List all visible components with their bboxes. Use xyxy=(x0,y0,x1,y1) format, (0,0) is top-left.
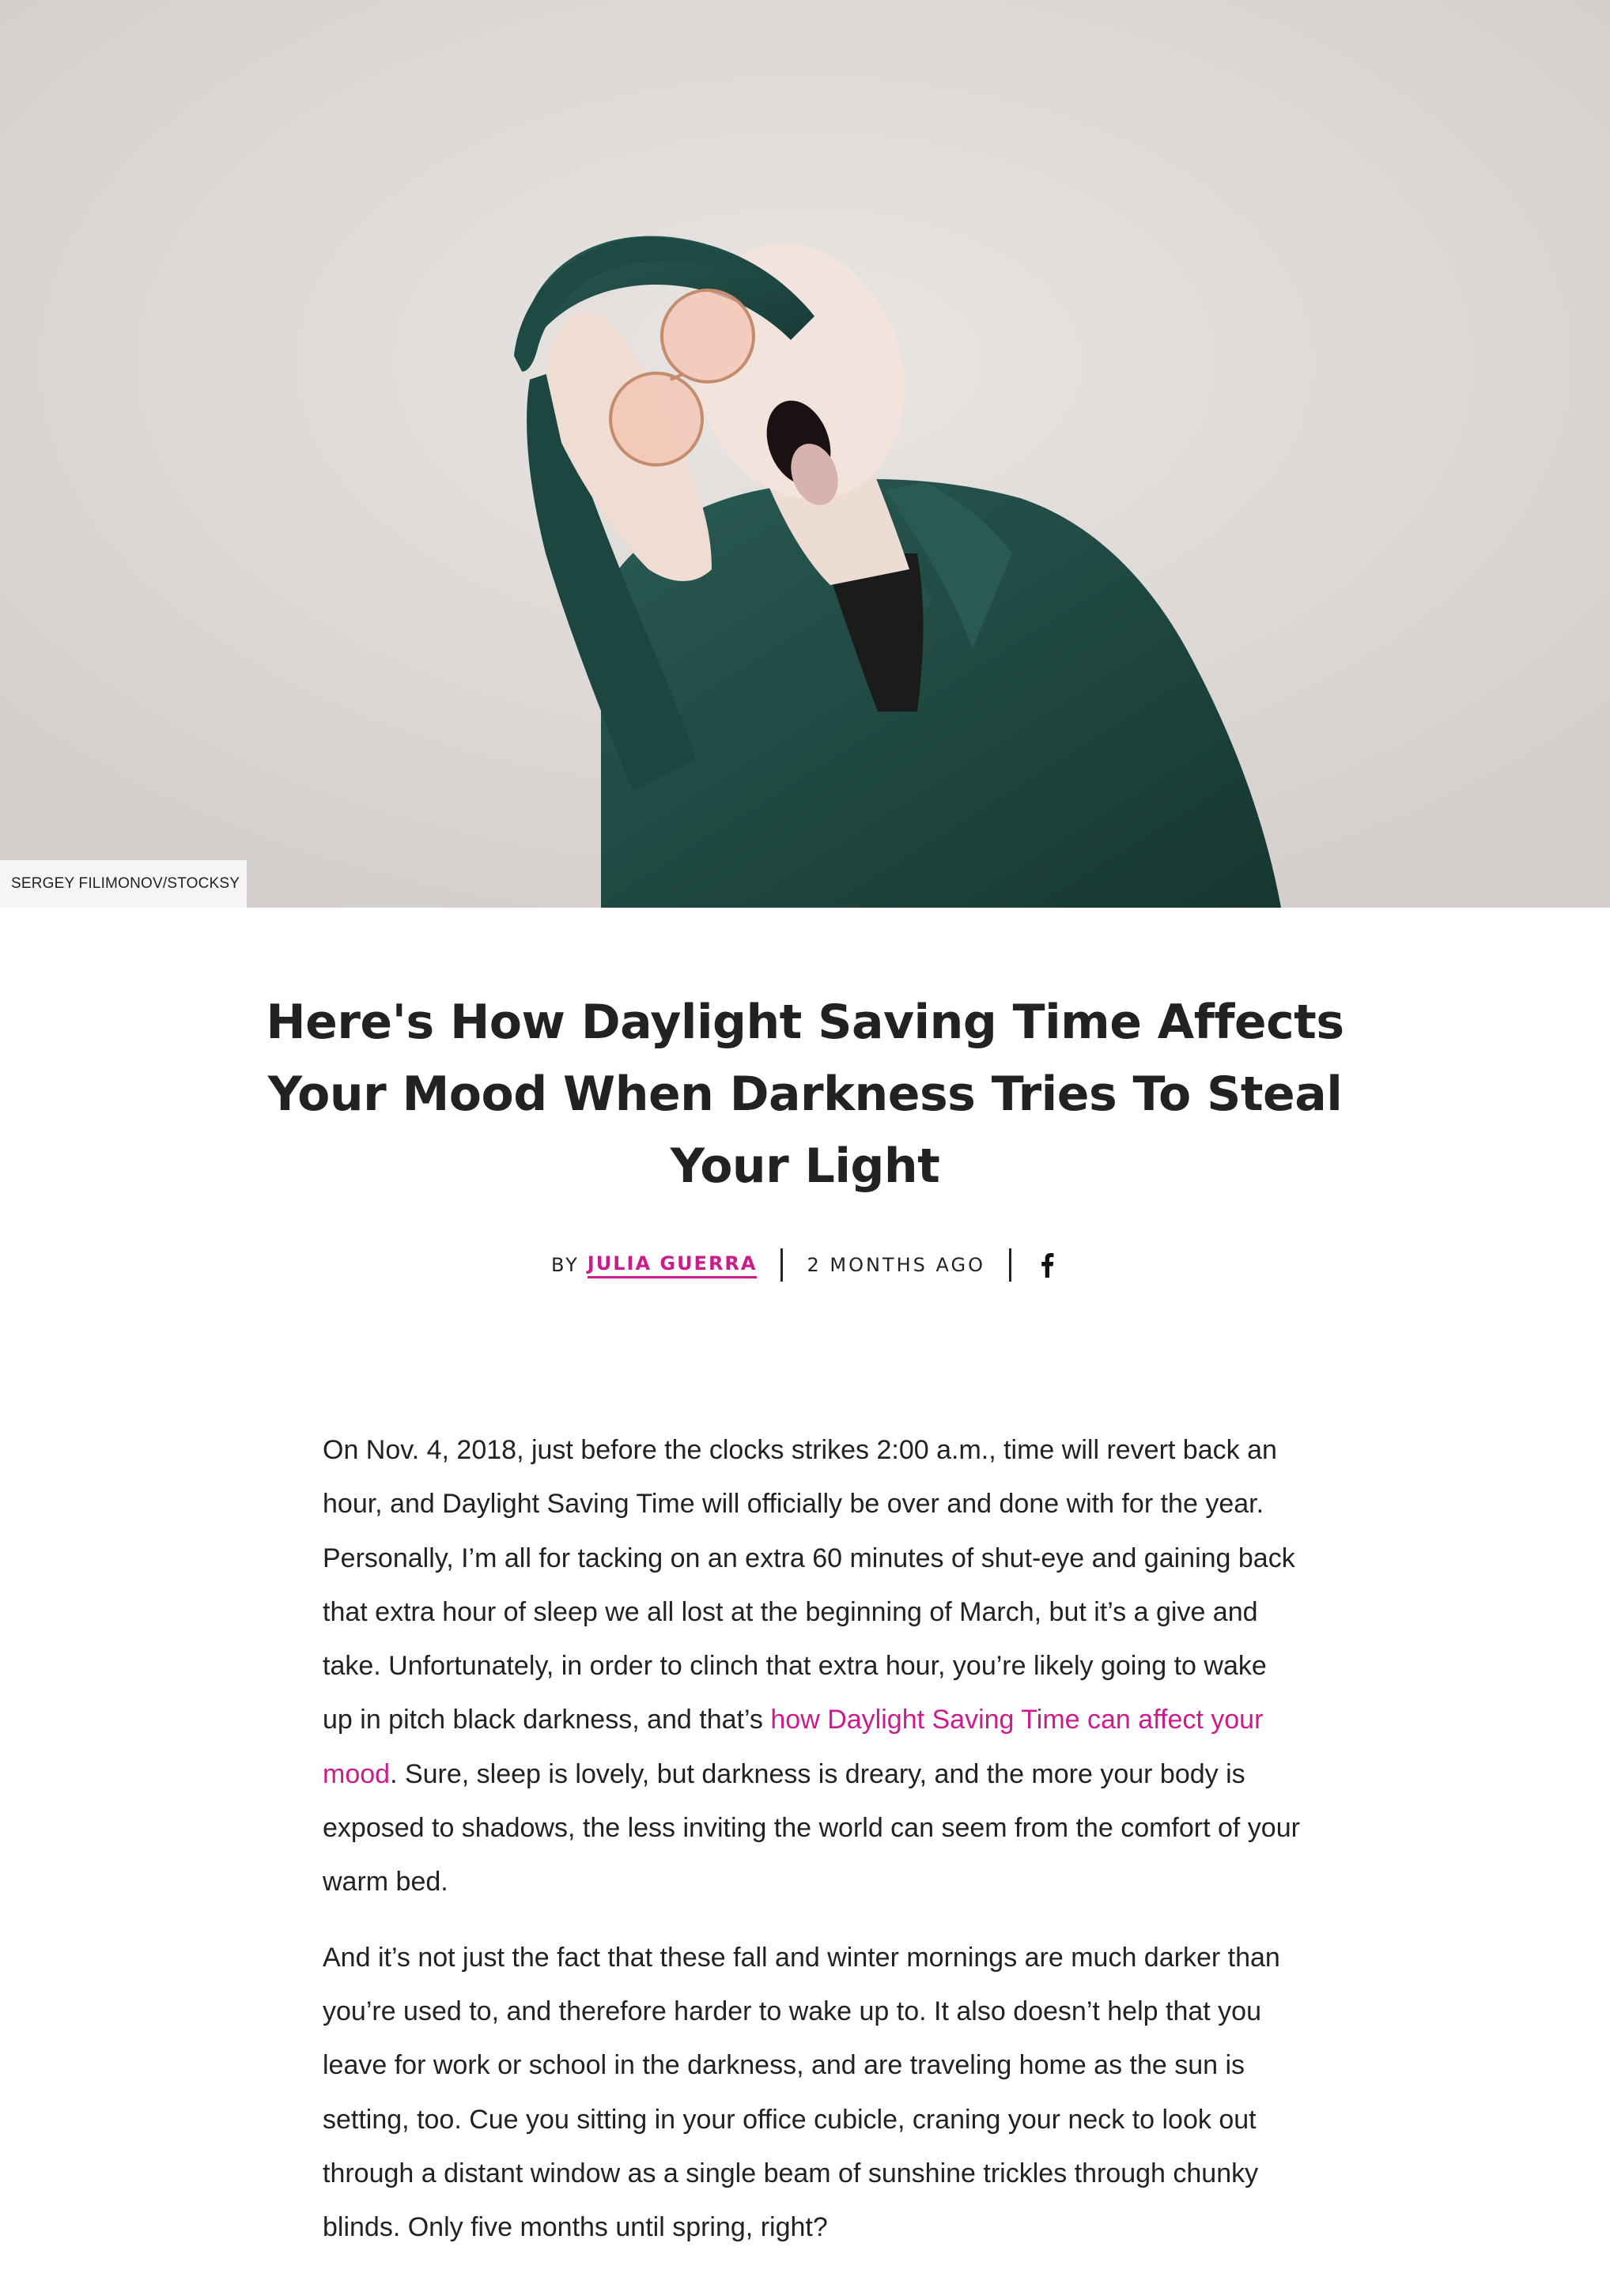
paragraph-text: . Sure, sleep is lovely, but darkness is… xyxy=(323,1758,1300,1898)
byline-divider xyxy=(780,1248,784,1282)
article-title: Here's How Daylight Saving Time Affects … xyxy=(266,995,1344,1194)
hero-image: SERGEY FILIMONOV/STOCKSY xyxy=(0,0,1610,908)
byline: BY JULIA GUERRA 2 MONTHS AGO xyxy=(0,1244,1610,1286)
publish-time: 2 MONTHS AGO xyxy=(807,1254,985,1276)
hero-illustration xyxy=(0,0,1610,908)
paragraph: And it’s not just the fact that these fa… xyxy=(323,1942,1280,2243)
byline-divider xyxy=(1009,1248,1011,1282)
byline-by-label: BY xyxy=(550,1254,580,1276)
article-body: On Nov. 4, 2018, just before the clocks … xyxy=(323,1423,1300,2275)
author-link[interactable]: JULIA GUERRA xyxy=(587,1252,758,1278)
paragraph: On Nov. 4, 2018, just before the clocks … xyxy=(323,1423,1300,1909)
facebook-icon[interactable] xyxy=(1035,1251,1059,1279)
paragraph-text: On Nov. 4, 2018, just before the clocks … xyxy=(323,1435,1295,1735)
photo-credit: SERGEY FILIMONOV/STOCKSY xyxy=(0,860,247,908)
